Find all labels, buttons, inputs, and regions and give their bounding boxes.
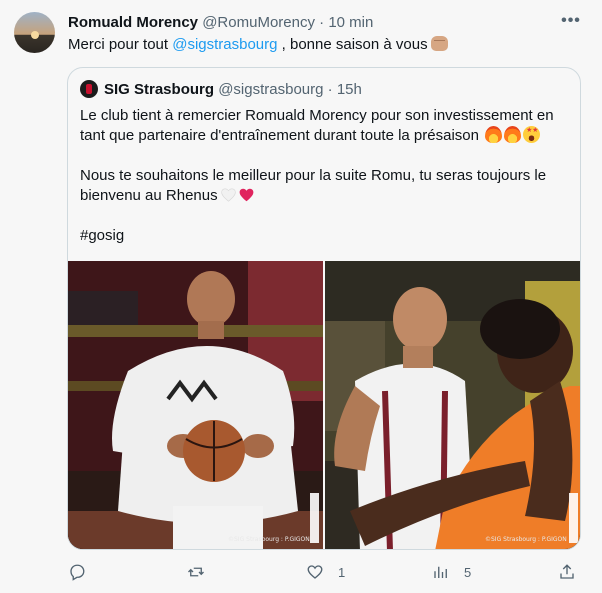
quoted-header: SIG Strasbourg @sigstrasbourg · 15h [80,80,362,100]
reply-icon [70,564,85,581]
author-avatar[interactable] [14,12,55,53]
quoted-tweet[interactable]: SIG Strasbourg @sigstrasbourg · 15h Le c… [67,67,581,550]
views-count: 5 [464,564,472,580]
fire-emoji-icon [504,126,522,143]
avatar-sun [31,31,39,39]
more-options-icon[interactable]: ••• [560,13,582,33]
reply-button[interactable] [68,562,100,582]
views-button[interactable]: 5 [432,562,471,582]
photo-game-image [325,261,580,549]
photo-warmup-image [68,261,323,549]
like-button[interactable]: 1 [306,562,345,582]
tweet-time[interactable]: 10 min [328,14,373,31]
author-handle[interactable]: @RomuMorency [202,14,315,31]
photo-credit-left: ©SIG Strasbourg : P.GIGON [228,536,310,543]
quoted-line-2-row: tant que partenaire d'entraînement duran… [80,126,572,146]
quoted-time[interactable]: 15h [337,81,362,98]
photo-credit-right: ©SIG Strasbourg : P.GIGON [485,536,567,543]
quoted-line-1: Le club tient à remercier Romuald Morenc… [80,107,554,124]
quoted-line-4-row: bienvenu au Rhenus [80,186,572,206]
header-separator: · [319,14,325,31]
quoted-separator: · [327,81,333,98]
star-struck-emoji-icon [523,126,541,143]
fist-bump-emoji-icon [430,36,448,51]
fire-emoji-icon [485,126,503,143]
mention-link[interactable]: @sigstrasbourg [172,36,277,53]
quoted-author-name[interactable]: SIG Strasbourg [104,81,214,98]
like-icon [307,565,323,579]
views-icon [434,566,447,578]
retweet-button[interactable] [187,562,219,582]
share-button[interactable] [558,562,590,582]
tweet-text: Merci pour tout @sigstrasbourg , bonne s… [68,35,448,55]
tweet-text-before: Merci pour tout [68,36,173,53]
share-icon [560,564,574,579]
quoted-line-4: bienvenu au Rhenus [80,187,218,204]
media-grid: ©SIG Strasbourg : P.GIGON ©SIG Strasbour… [68,261,580,549]
retweet-icon [188,567,204,577]
quoted-body: Le club tient à remercier Romuald Morenc… [80,106,572,246]
author-name[interactable]: Romuald Morency [68,14,198,31]
action-bar: 1 5 [0,562,602,582]
like-count: 1 [338,564,346,580]
quoted-line-2: tant que partenaire d'entraînement duran… [80,127,479,144]
quoted-hashtag[interactable]: #gosig [80,226,572,246]
quoted-author-handle[interactable]: @sigstrasbourg [218,81,323,98]
red-heart-emoji-icon [239,188,253,202]
tweet[interactable]: Romuald Morency @RomuMorency · 10 min ••… [0,0,602,593]
photo-warmup[interactable]: ©SIG Strasbourg : P.GIGON [68,261,323,549]
tweet-header: Romuald Morency @RomuMorency · 10 min [68,13,373,33]
tweet-text-after: , bonne saison à vous [277,36,428,53]
quoted-line-3: Nous te souhaitons le meilleur pour la s… [80,167,547,184]
photo-game-action[interactable]: ©SIG Strasbourg : P.GIGON [325,261,580,549]
quoted-avatar[interactable] [80,80,98,98]
white-heart-emoji-icon [220,188,236,202]
